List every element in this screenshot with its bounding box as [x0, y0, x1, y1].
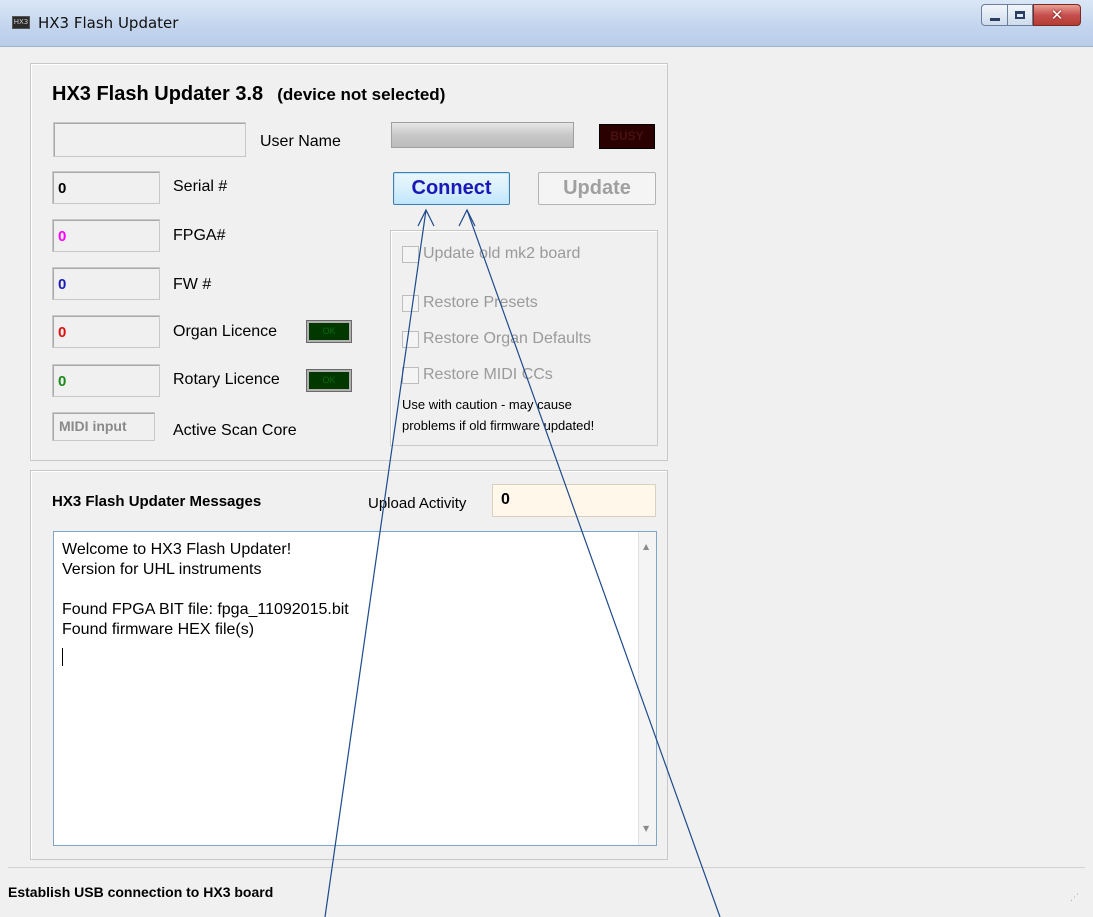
- annotation-overlay: [324, 208, 721, 917]
- app-window: HX3 HX3 Flash Updater ✕ HX3 Flash Update…: [0, 0, 1093, 917]
- annotation-arrows: [324, 208, 721, 917]
- annotation-line-right: [466, 209, 721, 917]
- annotation-arrowhead-right: [458, 208, 476, 227]
- annotation-line-left: [324, 209, 427, 917]
